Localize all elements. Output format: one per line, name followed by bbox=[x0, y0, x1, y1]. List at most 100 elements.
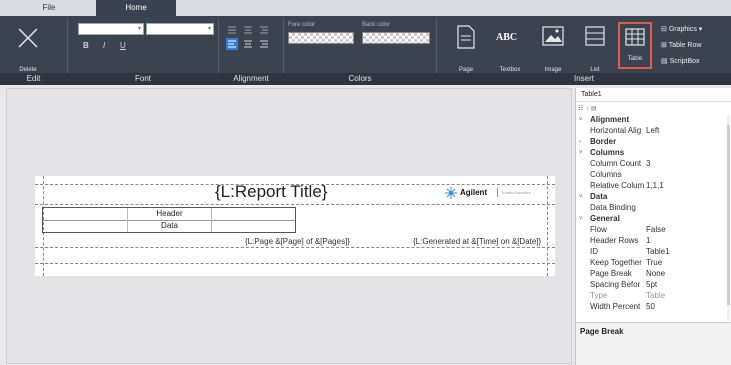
property-category[interactable]: ˅ Data bbox=[576, 192, 726, 202]
scrollbar[interactable] bbox=[727, 115, 730, 321]
page-icon bbox=[457, 25, 475, 49]
category-label: Data bbox=[590, 192, 608, 201]
back-color-label: Back color bbox=[362, 22, 391, 28]
back-color-picker[interactable] bbox=[362, 32, 430, 44]
property-row[interactable]: Columns bbox=[576, 170, 726, 180]
property-name: Flow bbox=[590, 225, 607, 234]
report-page[interactable]: {L:Report Title} Agilent Trusted Answers… bbox=[35, 176, 555, 276]
chevron-down-icon[interactable]: ˅ bbox=[579, 192, 583, 202]
chevron-down-icon[interactable]: ˅ bbox=[579, 214, 583, 224]
property-value[interactable]: True bbox=[646, 258, 662, 268]
property-value[interactable]: 1 bbox=[646, 236, 650, 246]
property-row[interactable]: Page Break None bbox=[576, 269, 726, 279]
property-row[interactable]: Spacing Befor 5pt bbox=[576, 280, 726, 290]
property-row[interactable]: Width Percent 50 bbox=[576, 302, 726, 312]
category-label: Alignment bbox=[590, 115, 630, 124]
object-selector[interactable]: Table1 bbox=[576, 88, 731, 102]
property-value[interactable]: 5pt bbox=[646, 280, 657, 290]
tab-file[interactable]: File bbox=[18, 0, 80, 16]
category-label: Border bbox=[590, 137, 617, 146]
insert-textbox-button[interactable]: ABC Textbox bbox=[490, 19, 530, 73]
property-row[interactable]: Column Count 3 bbox=[576, 159, 726, 169]
property-row[interactable]: Type Table bbox=[576, 291, 726, 301]
insert-table-button[interactable]: Table bbox=[618, 22, 652, 69]
property-value[interactable]: 1,1,1 bbox=[646, 181, 664, 191]
property-name: Keep Together bbox=[590, 258, 642, 267]
group-label-colors: Colors bbox=[348, 74, 372, 83]
group-label-edit: Edit bbox=[26, 74, 41, 83]
property-category[interactable]: › Border bbox=[576, 137, 726, 147]
property-value[interactable]: None bbox=[646, 269, 665, 279]
italic-button[interactable]: I bbox=[103, 41, 105, 50]
image-icon bbox=[542, 26, 564, 46]
logo-tagline: Trusted Answers bbox=[501, 190, 531, 195]
scriptbox-button[interactable]: ▤ ScriptBox bbox=[661, 57, 700, 65]
properties-page-icon[interactable]: ▤ bbox=[591, 106, 597, 112]
company-logo[interactable]: Agilent Trusted Answers bbox=[425, 186, 547, 200]
property-category[interactable]: ˅ Columns bbox=[576, 148, 726, 158]
property-value[interactable]: 3 bbox=[646, 159, 650, 169]
close-x-icon bbox=[18, 28, 38, 48]
property-value[interactable]: Table1 bbox=[646, 247, 670, 257]
sort-toolbar: ☷ ↕ ▤ bbox=[578, 103, 608, 114]
report-title[interactable]: {L:Report Title} bbox=[215, 182, 327, 202]
bold-button[interactable]: B bbox=[83, 41, 89, 50]
property-row[interactable]: Relative Colum 1,1,1 bbox=[576, 181, 726, 191]
property-row[interactable]: Flow False bbox=[576, 225, 726, 235]
tab-home[interactable]: Home bbox=[96, 0, 176, 16]
property-name: Type bbox=[590, 291, 608, 300]
category-label: General bbox=[590, 214, 620, 223]
textbox-icon: ABC bbox=[496, 32, 518, 43]
property-category[interactable]: ˅ Alignment bbox=[576, 115, 726, 125]
property-name: Data Binding bbox=[590, 203, 636, 212]
insert-list-button[interactable]: List bbox=[578, 19, 612, 73]
chevron-down-icon: ▾ bbox=[698, 26, 703, 33]
guide-line bbox=[35, 204, 555, 205]
properties-panel: Table1 ☷ ↕ ▤ ˅ Alignment Horizontal Alig Le… bbox=[575, 88, 731, 365]
property-value[interactable]: 50 bbox=[646, 302, 655, 312]
chevron-down-icon: ▾ bbox=[137, 26, 141, 32]
graphics-label: Graphics bbox=[668, 26, 697, 33]
property-value[interactable]: Left bbox=[646, 126, 659, 136]
property-row[interactable]: ID Table1 bbox=[576, 247, 726, 257]
underline-button[interactable]: U bbox=[120, 41, 126, 50]
alignment-buttons[interactable] bbox=[226, 24, 276, 58]
table-header-cell[interactable]: Header bbox=[128, 209, 211, 218]
generated-at-field[interactable]: {L:Generated at &[Time] on &[Date]} bbox=[413, 237, 541, 246]
report-table[interactable]: Header Data bbox=[42, 207, 296, 233]
property-value[interactable]: Table bbox=[646, 291, 665, 301]
chevron-down-icon[interactable]: ˅ bbox=[579, 115, 583, 125]
property-row[interactable]: Header Rows 1 bbox=[576, 236, 726, 246]
graphics-button[interactable]: ⊟ Graphics ▾ bbox=[661, 25, 702, 33]
property-name: Column Count bbox=[590, 159, 642, 168]
report-canvas[interactable]: {L:Report Title} Agilent Trusted Answers… bbox=[6, 88, 572, 364]
list-icon bbox=[585, 26, 605, 46]
property-category[interactable]: ˅ General bbox=[576, 214, 726, 224]
categorized-icon[interactable]: ☷ bbox=[578, 106, 583, 112]
delete-button[interactable]: Delete bbox=[8, 19, 48, 73]
table-data-cell[interactable]: Data bbox=[128, 221, 211, 230]
insert-page-button[interactable]: Page bbox=[448, 19, 484, 73]
insert-image-button[interactable]: Image bbox=[536, 19, 570, 73]
font-size-select[interactable]: ▾ bbox=[146, 23, 214, 35]
fore-color-label: Fore color bbox=[288, 22, 316, 28]
property-row[interactable]: Horizontal Alig Left bbox=[576, 126, 726, 136]
font-family-select[interactable]: ▾ bbox=[78, 23, 144, 35]
page-number-field[interactable]: {L:Page &[Page] of &[Pages]} bbox=[245, 237, 350, 246]
property-name: Columns bbox=[590, 170, 622, 179]
chevron-down-icon[interactable]: ˅ bbox=[579, 148, 583, 158]
property-value[interactable]: False bbox=[646, 225, 666, 235]
table-row-button[interactable]: ⊞ Table Row bbox=[661, 41, 701, 49]
guide-line bbox=[547, 176, 548, 276]
property-name: ID bbox=[590, 247, 598, 256]
property-row[interactable]: Data Binding bbox=[576, 203, 726, 213]
chevron-right-icon[interactable]: › bbox=[579, 137, 581, 147]
table-row-label: Table Row bbox=[668, 42, 702, 49]
property-name: Width Percent bbox=[590, 302, 641, 311]
scrollbar-thumb[interactable] bbox=[727, 125, 730, 305]
group-label-alignment: Alignment bbox=[233, 74, 269, 83]
alphabetical-icon[interactable]: ↕ bbox=[586, 106, 589, 112]
property-row[interactable]: Keep Together True bbox=[576, 258, 726, 268]
category-label: Columns bbox=[590, 148, 625, 157]
fore-color-picker[interactable] bbox=[288, 32, 354, 44]
